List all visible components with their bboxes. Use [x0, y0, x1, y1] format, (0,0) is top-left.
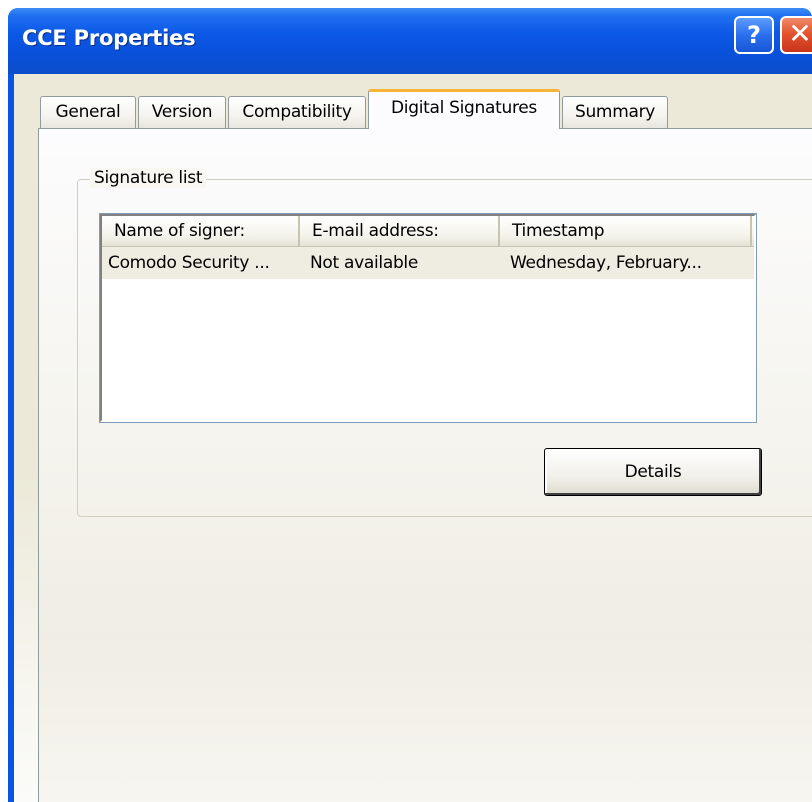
signature-list-label: Signature list [90, 168, 207, 188]
list-header: Name of signer: E-mail address: Timestam… [102, 216, 754, 247]
close-button[interactable]: ✕ [780, 16, 812, 54]
tab-general[interactable]: General [40, 96, 136, 129]
digital-signatures-panel: Signature list Name of signer: E-mail ad… [38, 128, 812, 802]
tab-version[interactable]: Version [138, 96, 226, 129]
timestamp-cell: Wednesday, February... [510, 253, 702, 273]
help-icon: ? [747, 21, 761, 49]
signer-name-cell: Comodo Security ... [108, 253, 270, 273]
tab-summary[interactable]: Summary [562, 96, 668, 129]
list-item[interactable]: Comodo Security ... Not available Wednes… [102, 247, 754, 279]
column-header-email[interactable]: E-mail address: [300, 216, 500, 246]
help-button[interactable]: ? [734, 16, 774, 54]
email-cell: Not available [310, 253, 419, 273]
signature-list[interactable]: Name of signer: E-mail address: Timestam… [99, 213, 757, 423]
column-header-timestamp[interactable]: Timestamp [500, 216, 752, 246]
signature-list-group: Signature list Name of signer: E-mail ad… [77, 168, 812, 517]
dialog-client-area: General Version Compatibility Digital Si… [14, 74, 812, 802]
properties-window: CCE Properties ? ✕ General Version Compa… [8, 8, 812, 802]
tab-compatibility[interactable]: Compatibility [228, 96, 366, 129]
window-title: CCE Properties [22, 26, 196, 50]
column-header-name[interactable]: Name of signer: [102, 216, 300, 246]
title-bar[interactable]: CCE Properties ? ✕ [8, 8, 812, 74]
details-button[interactable]: Details [544, 448, 762, 496]
close-icon: ✕ [788, 17, 812, 50]
tab-digital-signatures[interactable]: Digital Signatures [368, 89, 560, 129]
